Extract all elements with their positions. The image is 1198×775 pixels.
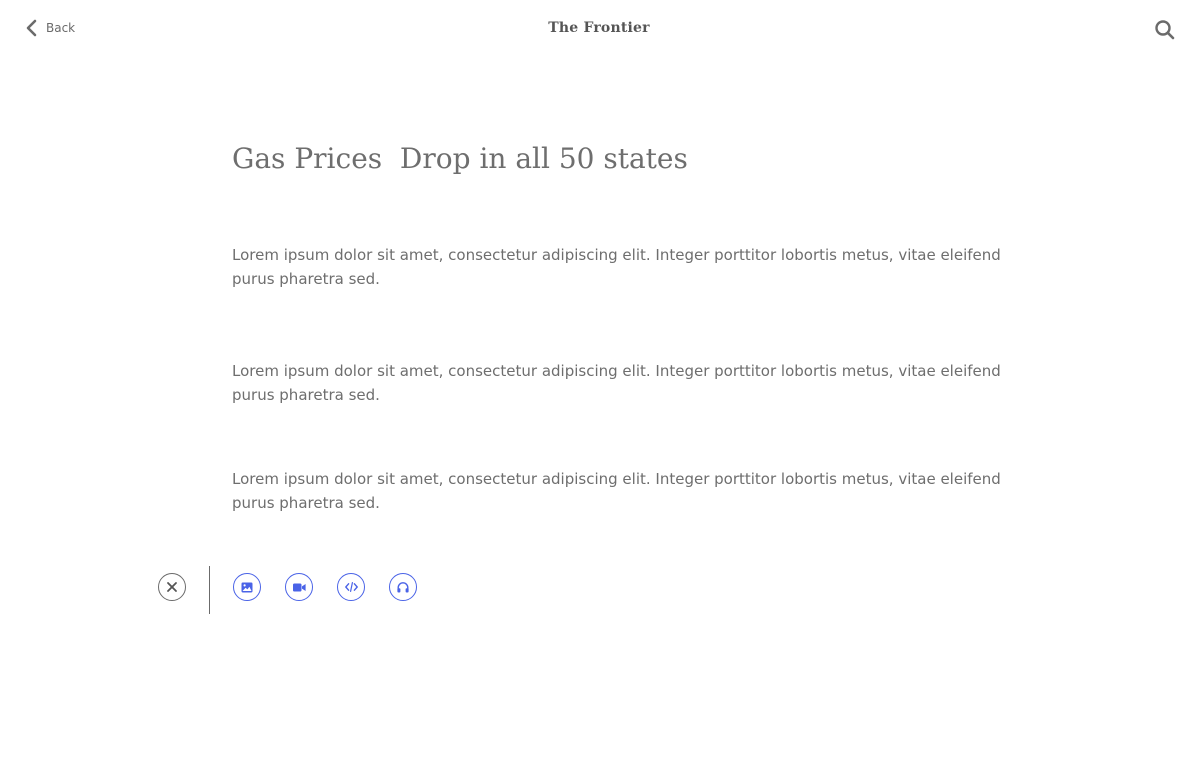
code-icon [344, 582, 358, 592]
insert-audio-button[interactable] [389, 573, 417, 601]
close-icon [167, 582, 177, 592]
article-title[interactable]: Gas Prices Drop in all 50 states [232, 142, 1012, 175]
chevron-left-icon [26, 19, 37, 37]
toolbar-divider [209, 566, 210, 614]
close-toolbar-button[interactable] [158, 573, 186, 601]
insert-image-button[interactable] [233, 573, 261, 601]
back-label: Back [46, 21, 76, 35]
headphones-icon [397, 581, 409, 592]
search-button[interactable] [1154, 19, 1176, 41]
article-paragraph[interactable]: Lorem ipsum dolor sit amet, consectetur … [232, 467, 1022, 515]
search-icon [1155, 20, 1175, 40]
image-icon [241, 582, 253, 592]
header: Back The Frontier [0, 0, 1198, 60]
insert-embed-button[interactable] [337, 573, 365, 601]
back-button[interactable]: Back [24, 19, 75, 37]
video-camera-icon [292, 583, 306, 591]
brand-logo: The Frontier [548, 20, 650, 36]
article-paragraph[interactable]: Lorem ipsum dolor sit amet, consectetur … [232, 243, 1022, 291]
article-paragraph[interactable]: Lorem ipsum dolor sit amet, consectetur … [232, 359, 1022, 407]
insert-video-button[interactable] [285, 573, 313, 601]
